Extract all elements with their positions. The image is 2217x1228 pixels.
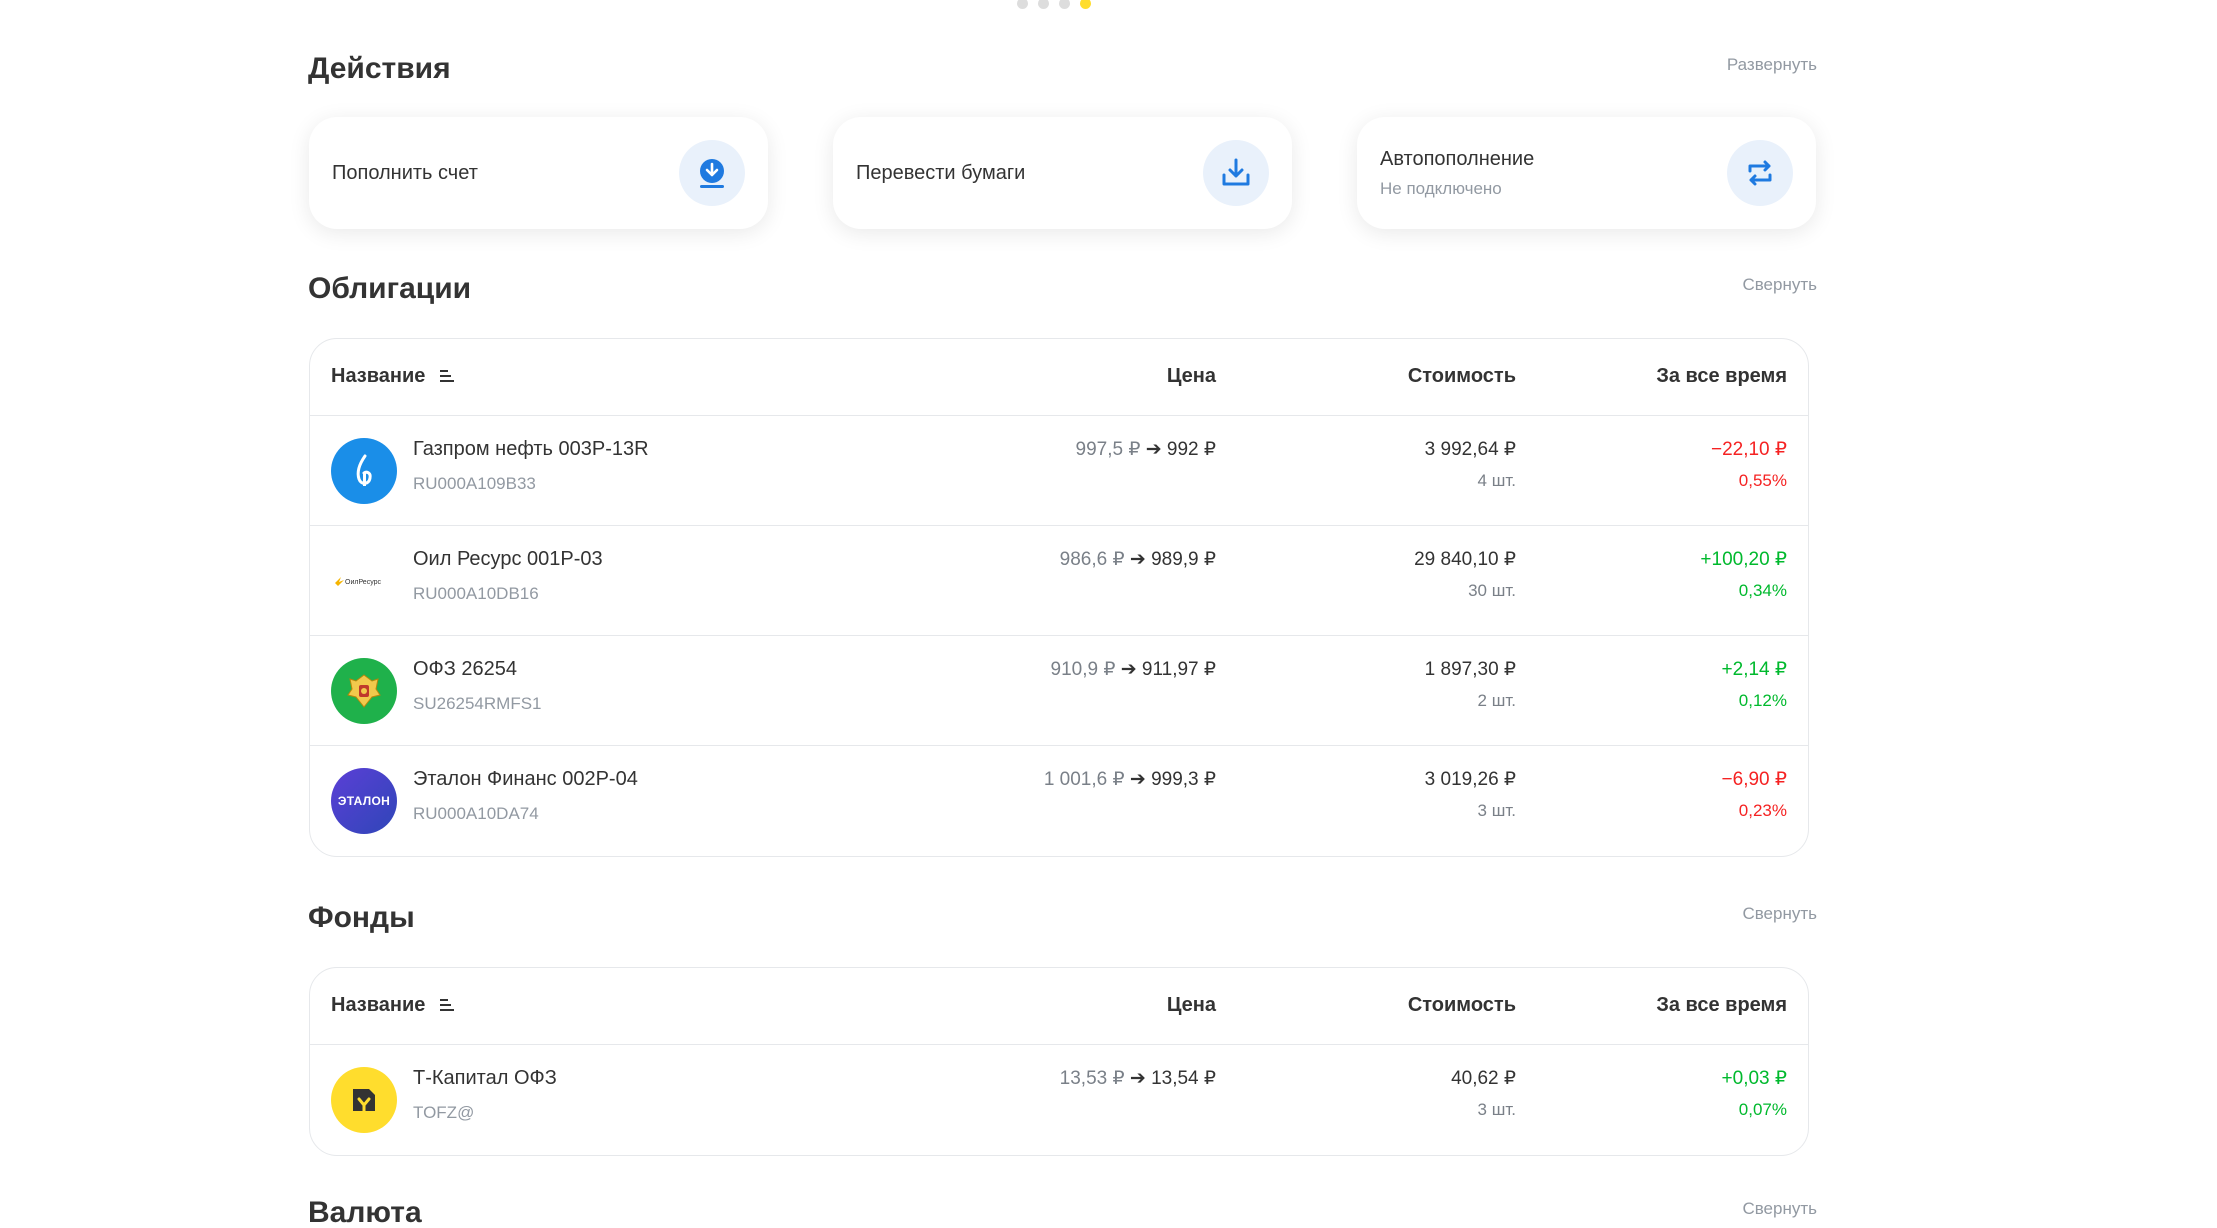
price-new: 911,97 ₽ (1141, 659, 1216, 680)
security-quantity: 3 шт. (1477, 801, 1516, 820)
security-price: 1 001,6 ₽ ➔ 999,3 ₽ (1043, 769, 1216, 790)
carousel-dots (1017, 0, 1091, 9)
autodeposit-label: Автопополнение (1380, 147, 1535, 170)
carousel-dot-active[interactable] (1080, 0, 1091, 9)
price-old: 986,6 ₽ (1059, 549, 1125, 570)
price-old: 1 001,6 ₽ (1043, 769, 1125, 790)
bonds-table-header: Название Цена Стоимость За все время (310, 339, 1808, 416)
security-price: 997,5 ₽ ➔ 992 ₽ (1075, 439, 1216, 460)
t-capital-logo (331, 1067, 397, 1133)
bonds-title: Облигации (308, 272, 472, 305)
security-value: 1 897,30 ₽ (1424, 659, 1516, 680)
funds-table-header: Название Цена Стоимость За все время (310, 968, 1808, 1045)
column-value-label: Стоимость (1407, 994, 1516, 1016)
security-pnl-percent: 0,55% (1738, 471, 1787, 490)
carousel-dot[interactable] (1038, 0, 1049, 9)
actions-title: Действия (308, 52, 451, 85)
price-new: 989,9 ₽ (1151, 549, 1216, 570)
carousel-dot[interactable] (1017, 0, 1028, 9)
security-ticker: TOFZ@ (413, 1103, 475, 1122)
security-value: 29 840,10 ₽ (1414, 549, 1516, 570)
security-price: 13,53 ₽ ➔ 13,54 ₽ (1059, 1068, 1216, 1089)
security-isin: RU000A10DA74 (413, 804, 539, 823)
price-old: 910,9 ₽ (1050, 659, 1116, 680)
security-value: 40,62 ₽ (1451, 1068, 1516, 1089)
security-pnl-percent: 0,07% (1738, 1100, 1787, 1119)
security-pnl: +2,14 ₽ (1721, 659, 1787, 680)
security-quantity: 4 шт. (1477, 471, 1516, 490)
transfer-securities-label: Перевести бумаги (856, 161, 1026, 184)
security-pnl-percent: 0,34% (1738, 581, 1787, 600)
price-new: 992 ₽ (1166, 439, 1216, 460)
security-value: 3 019,26 ₽ (1424, 769, 1516, 790)
funds-collapse-link[interactable]: Свернуть (1742, 904, 1817, 924)
minfin-emblem-logo (331, 658, 397, 724)
download-tray-icon (1203, 140, 1269, 206)
security-quantity: 2 шт. (1477, 691, 1516, 710)
autodeposit-card[interactable]: Автопополнение Не подключено (1357, 117, 1816, 229)
security-quantity: 3 шт. (1477, 1100, 1516, 1119)
security-quantity: 30 шт. (1468, 581, 1516, 600)
funds-table: Название Цена Стоимость За все время Т-К… (309, 967, 1809, 1156)
currency-title: Валюта (308, 1196, 422, 1228)
deposit-card[interactable]: Пополнить счет (309, 117, 768, 229)
transfer-securities-card[interactable]: Перевести бумаги (833, 117, 1292, 229)
price-new: 13,54 ₽ (1151, 1068, 1216, 1089)
funds-title: Фонды (308, 901, 415, 934)
security-name: Газпром нефть 003Р-13R (413, 438, 649, 460)
bonds-table: Название Цена Стоимость За все время Газ… (309, 338, 1809, 857)
gazprom-neft-logo (331, 438, 397, 504)
column-name-label: Название (331, 365, 426, 387)
actions-expand-link[interactable]: Развернуть (1727, 55, 1817, 75)
security-name: ОФЗ 26254 (413, 658, 518, 680)
bonds-collapse-link[interactable]: Свернуть (1742, 275, 1817, 295)
download-circle-icon (679, 140, 745, 206)
deposit-label: Пополнить счет (332, 161, 478, 184)
column-value-label: Стоимость (1407, 365, 1516, 387)
etalon-logo: ЭТАЛОН (331, 768, 397, 834)
sort-by-name-button[interactable]: Название (331, 365, 455, 388)
price-old: 13,53 ₽ (1059, 1068, 1125, 1089)
carousel-dot[interactable] (1059, 0, 1070, 9)
table-row[interactable]: Газпром нефть 003Р-13R RU000A109B33 997,… (310, 416, 1808, 526)
column-name-label: Название (331, 994, 426, 1016)
repeat-icon (1727, 140, 1793, 206)
security-pnl: +0,03 ₽ (1721, 1068, 1787, 1089)
security-name: Эталон Финанс 002Р-04 (413, 768, 638, 790)
security-pnl-percent: 0,12% (1738, 691, 1787, 710)
security-pnl: +100,20 ₽ (1700, 549, 1787, 570)
currency-collapse-link[interactable]: Свернуть (1742, 1199, 1817, 1219)
table-row[interactable]: ЭТАЛОН Эталон Финанс 002Р-04 RU000A10DA7… (310, 746, 1808, 856)
security-isin: SU26254RMFS1 (413, 694, 542, 713)
price-old: 997,5 ₽ (1075, 439, 1141, 460)
column-alltime-label: За все время (1656, 994, 1787, 1016)
security-value: 3 992,64 ₽ (1424, 439, 1516, 460)
table-row[interactable]: Т-Капитал ОФЗ TOFZ@ 13,53 ₽ ➔ 13,54 ₽ 40… (310, 1045, 1808, 1155)
table-row[interactable]: ОФЗ 26254 SU26254RMFS1 910,9 ₽ ➔ 911,97 … (310, 636, 1808, 746)
svg-text:ОилРесурс: ОилРесурс (345, 579, 382, 586)
security-isin: RU000A10DB16 (413, 584, 539, 603)
column-alltime-label: За все время (1656, 365, 1787, 387)
security-pnl-percent: 0,23% (1738, 801, 1787, 820)
sort-by-name-button[interactable]: Название (331, 994, 455, 1017)
security-pnl: −6,90 ₽ (1721, 769, 1787, 790)
security-name: Т-Капитал ОФЗ (413, 1067, 557, 1089)
sort-icon (439, 370, 454, 382)
security-isin: RU000A109B33 (413, 474, 536, 493)
oil-resurs-logo: ОилРесурс (331, 548, 397, 614)
column-price-label: Цена (1166, 365, 1216, 387)
price-new: 999,3 ₽ (1151, 769, 1216, 790)
security-name: Оил Ресурс 001Р-03 (413, 548, 603, 570)
security-price: 986,6 ₽ ➔ 989,9 ₽ (1059, 549, 1216, 570)
sort-icon (439, 999, 454, 1011)
security-pnl: −22,10 ₽ (1710, 439, 1787, 460)
security-price: 910,9 ₽ ➔ 911,97 ₽ (1050, 659, 1216, 680)
column-price-label: Цена (1166, 994, 1216, 1016)
table-row[interactable]: ОилРесурс Оил Ресурс 001Р-03 RU000A10DB1… (310, 526, 1808, 636)
autodeposit-status: Не подключено (1380, 178, 1502, 198)
